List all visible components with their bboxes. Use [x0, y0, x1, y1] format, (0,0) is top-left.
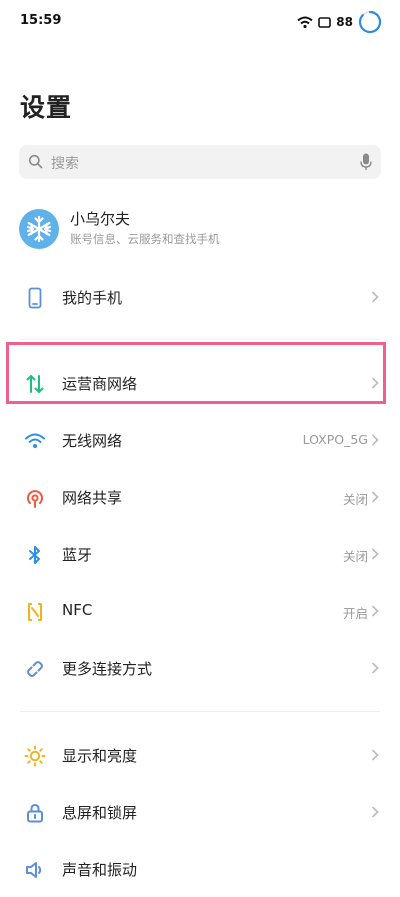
settings-item-label: 显示和亮度	[62, 747, 138, 765]
settings-item-label: 声音和振动	[62, 861, 138, 879]
wifi-icon	[25, 433, 45, 448]
hotspot-icon	[27, 490, 43, 508]
settings-item-bluetooth[interactable]: 蓝牙 关闭	[0, 526, 400, 582]
search-input[interactable]: 搜索	[19, 145, 381, 179]
screen-cast-icon	[318, 16, 332, 28]
account-name: 小乌尔夫	[70, 210, 131, 228]
battery-ring-icon	[358, 10, 382, 34]
bluetooth-icon	[29, 546, 40, 564]
chevron-right-icon	[371, 605, 379, 617]
chevron-right-icon	[371, 434, 379, 446]
nfc-icon	[28, 603, 42, 621]
search-icon	[28, 154, 43, 169]
avatar	[19, 209, 59, 249]
chevron-right-icon	[371, 662, 379, 674]
settings-item-value: 关闭	[342, 549, 368, 564]
battery-level: 88	[336, 15, 353, 29]
settings-item-more-connections[interactable]: 更多连接方式	[0, 640, 400, 696]
settings-item-nfc[interactable]: NFC 开启	[0, 583, 400, 639]
section-divider	[20, 339, 380, 340]
chevron-right-icon	[371, 491, 379, 503]
settings-item-lock-screen[interactable]: 息屏和锁屏	[0, 784, 400, 840]
settings-item-value: LOXPO_5G	[302, 432, 368, 447]
status-icons: 88	[297, 10, 382, 34]
settings-item-value: 关闭	[342, 492, 368, 507]
settings-item-label: 更多连接方式	[62, 660, 153, 678]
chevron-right-icon	[371, 749, 379, 761]
lock-icon	[27, 803, 43, 823]
brightness-icon	[24, 745, 46, 767]
wifi-status-icon	[297, 16, 313, 28]
page-title: 设置	[20, 93, 73, 122]
settings-item-label: 息屏和锁屏	[62, 804, 138, 822]
settings-item-display[interactable]: 显示和亮度	[0, 727, 400, 783]
settings-item-label: 我的手机	[62, 289, 123, 307]
account-entry[interactable]: 小乌尔夫 账号信息、云服务和查找手机	[0, 200, 400, 260]
settings-item-label: 无线网络	[62, 432, 123, 450]
phone-icon	[28, 287, 42, 309]
status-time: 15:59	[20, 13, 62, 28]
account-subtitle: 账号信息、云服务和查找手机	[70, 232, 220, 246]
settings-item-label: NFC	[62, 601, 93, 619]
search-placeholder: 搜索	[51, 156, 79, 172]
chevron-right-icon	[371, 806, 379, 818]
settings-item-value: 开启	[342, 606, 368, 621]
section-divider	[20, 711, 380, 712]
chevron-right-icon	[371, 548, 379, 560]
settings-item-tethering[interactable]: 网络共享 关闭	[0, 469, 400, 525]
settings-item-label: 网络共享	[62, 489, 123, 507]
sound-icon	[26, 862, 42, 878]
microphone-icon[interactable]	[360, 153, 372, 171]
status-bar: 15:59 88	[0, 0, 400, 44]
settings-item-label: 蓝牙	[62, 546, 93, 564]
settings-item-sound[interactable]: 声音和振动	[0, 841, 400, 897]
settings-item-my-phone[interactable]: 我的手机	[0, 269, 400, 325]
link-icon	[27, 661, 43, 677]
highlight-box	[6, 342, 386, 404]
settings-item-wlan[interactable]: 无线网络 LOXPO_5G	[0, 412, 400, 468]
chevron-right-icon	[371, 291, 379, 303]
snowflake-icon	[26, 215, 52, 243]
